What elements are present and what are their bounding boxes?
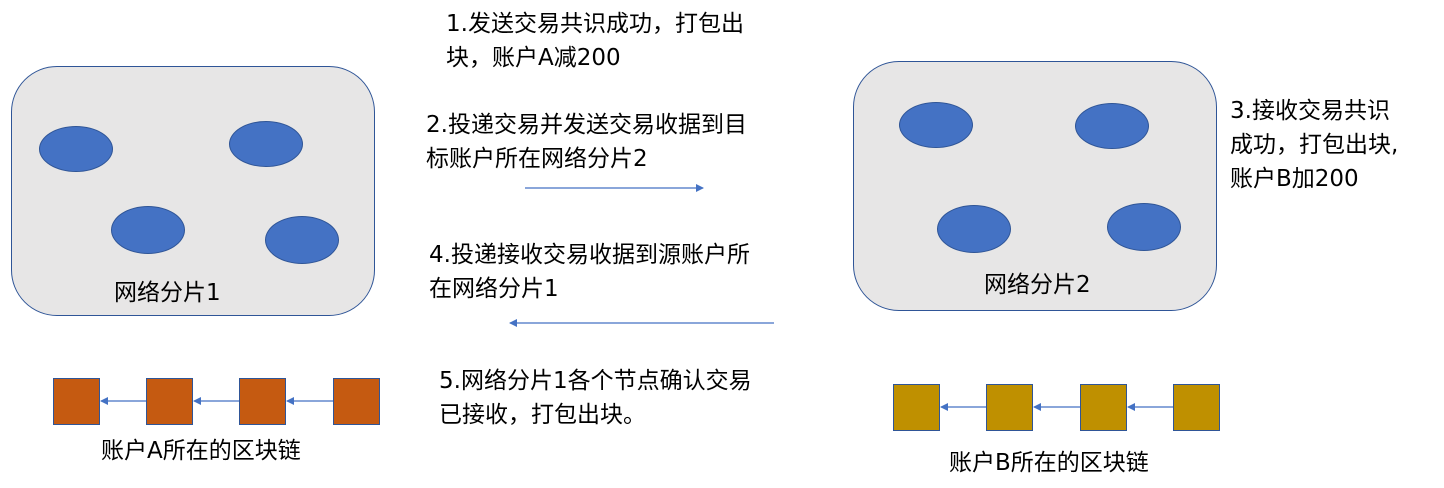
chain-a-block-1 — [53, 378, 100, 425]
step-2-line-1: 2.投递交易并发送交易收据到目 — [426, 112, 747, 138]
step-1-line-1: 1.发送交易共识成功，打包出 — [446, 11, 744, 37]
shard-1-node-1 — [39, 126, 113, 172]
step-4-line-1: 4.投递接收交易收据到源账户所 — [429, 242, 750, 268]
step-3-line-2: 成功，打包出块, — [1230, 132, 1399, 158]
step-3-line-1: 3.接收交易共识 — [1230, 98, 1390, 124]
chain-b-block-1 — [893, 384, 940, 431]
chain-a-block-3 — [239, 378, 286, 425]
step-5-line-1: 5.网络分片1各个节点确认交易 — [439, 368, 752, 394]
shard-1-node-2 — [229, 121, 303, 167]
chain-b-block-4 — [1173, 384, 1220, 431]
step-1-text: 1.发送交易共识成功，打包出 块，账户A减200 — [446, 7, 744, 75]
step-1-line-2: 块，账户A减200 — [446, 45, 621, 71]
shard-2-node-2 — [1075, 103, 1149, 149]
chain-a-block-2 — [146, 378, 193, 425]
step-3-line-3: 账户B加200 — [1230, 166, 1359, 192]
step-3-text: 3.接收交易共识 成功，打包出块, 账户B加200 — [1230, 94, 1398, 196]
shard-1-node-4 — [265, 216, 339, 264]
chain-b-block-2 — [986, 384, 1033, 431]
chain-a-label: 账户A所在的区块链 — [101, 438, 301, 464]
shard-2-node-3 — [937, 205, 1011, 253]
step-5-text: 5.网络分片1各个节点确认交易 已接收，打包出块。 — [439, 364, 752, 432]
shard-1-label: 网络分片1 — [114, 280, 221, 306]
step-4-line-2: 在网络分片1 — [429, 276, 559, 302]
chain-b-label: 账户B所在的区块链 — [949, 450, 1149, 476]
chain-b-block-3 — [1080, 384, 1127, 431]
step-4-text: 4.投递接收交易收据到源账户所 在网络分片1 — [429, 238, 750, 306]
shard-2-node-4 — [1107, 203, 1181, 251]
step-2-line-2: 标账户所在网络分片2 — [426, 146, 648, 172]
shard-2-node-1 — [899, 102, 973, 148]
step-5-line-2: 已接收，打包出块。 — [439, 402, 646, 428]
chain-a-block-4 — [333, 378, 380, 425]
shard-2-label: 网络分片2 — [984, 272, 1091, 298]
shard-1-node-3 — [111, 206, 185, 254]
step-2-text: 2.投递交易并发送交易收据到目 标账户所在网络分片2 — [426, 108, 747, 176]
